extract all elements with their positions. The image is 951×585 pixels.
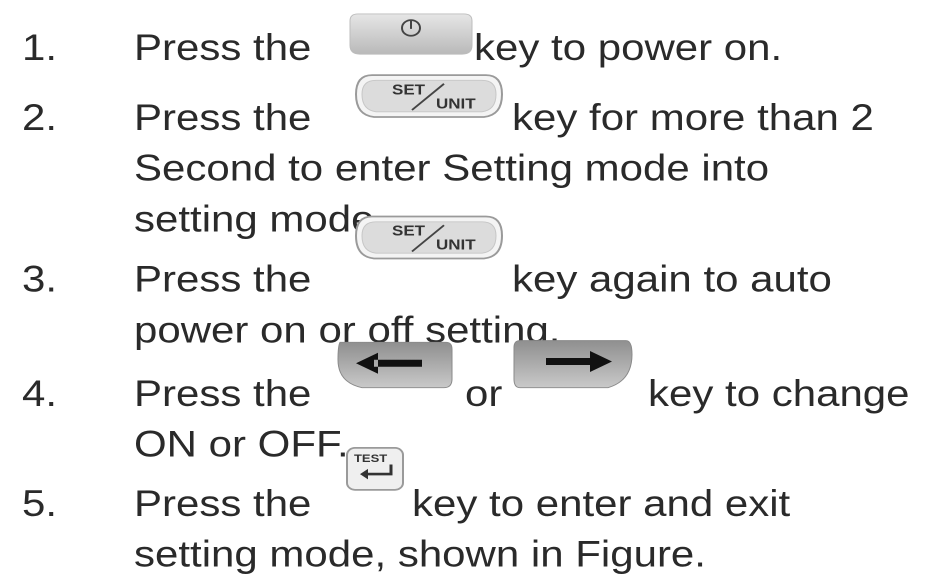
step-5-text-before: Press the: [134, 482, 312, 524]
step-1-text-after: key to power on.: [474, 27, 783, 69]
step-1-text-before: Press the: [134, 27, 312, 69]
step-5-line-2: setting mode, shown in Figure.: [134, 533, 706, 575]
step-1-number: 1.: [22, 27, 58, 69]
step-3-text-before: Press the: [134, 258, 312, 300]
step-2-text-after: key for more than 2: [512, 96, 874, 138]
step-2-number: 2.: [22, 96, 58, 138]
set-unit-key-icon: SET UNIT: [354, 74, 504, 118]
step-4-text-after: key to change: [648, 372, 910, 414]
test-key-label: TEST: [354, 452, 388, 465]
step-4-line-2: ON or OFF.: [134, 423, 349, 465]
step-2-line-3: setting mode.: [134, 198, 387, 240]
unit-key-label: UNIT: [436, 96, 476, 112]
step-5-number: 5.: [22, 482, 58, 524]
set-key-label: SET: [392, 82, 425, 98]
step-2-text-before: Press the: [134, 96, 312, 138]
instruction-list: 1. Press the key to power on. 2. Press t…: [0, 0, 951, 572]
step-3-number: 3.: [22, 258, 58, 300]
step-3-text-after: key again to auto: [512, 258, 832, 300]
step-4-number: 4.: [22, 372, 58, 414]
step-4-or-text: or: [465, 372, 503, 414]
unit-key-label: UNIT: [436, 238, 476, 254]
set-unit-key-icon: SET UNIT: [354, 215, 504, 260]
step-2-line-2: Second to enter Setting mode into: [134, 147, 770, 189]
right-arrow-key-icon: [513, 340, 633, 389]
step-5-text-after: key to enter and exit: [412, 482, 791, 524]
test-enter-key-icon: TEST: [346, 447, 404, 491]
left-arrow-key-icon: [337, 341, 453, 389]
set-key-label: SET: [392, 224, 425, 240]
power-key-icon: [349, 13, 473, 55]
step-4-text-before: Press the: [134, 372, 312, 414]
